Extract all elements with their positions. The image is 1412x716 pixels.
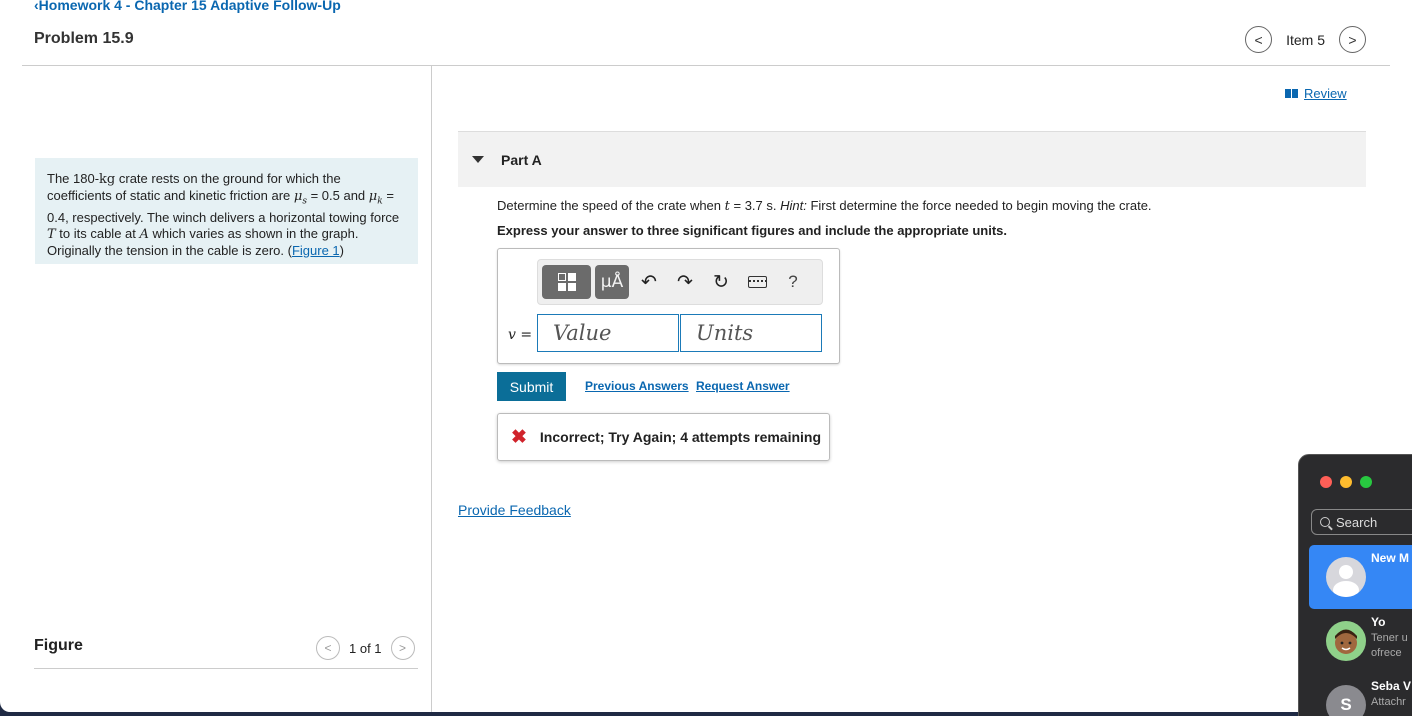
previous-figure-button[interactable]: < (316, 636, 340, 660)
help-icon: ? (788, 272, 798, 291)
question-segment: First determine the force needed to begi… (806, 198, 1152, 213)
question-segment: = 3.7 s. (729, 198, 781, 213)
variable-v: v (508, 327, 516, 343)
value-input[interactable] (537, 314, 679, 352)
provide-feedback-link[interactable]: Provide Feedback (458, 502, 571, 518)
search-icon (1320, 517, 1330, 527)
chevron-right-icon: > (1348, 31, 1357, 48)
conversation-name: Yo (1371, 615, 1386, 629)
answer-variable-label: v = (508, 327, 532, 343)
conversation-item[interactable]: S Seba V Attachr (1309, 673, 1412, 716)
conversation-item[interactable]: New M (1309, 545, 1412, 609)
window-controls (1320, 476, 1372, 488)
person-icon (1326, 557, 1366, 597)
chevron-left-icon: < (324, 641, 332, 655)
pane-divider[interactable] (431, 66, 432, 712)
review-link[interactable]: Review (1285, 86, 1347, 101)
previous-item-button[interactable]: < (1245, 26, 1273, 53)
question-text: Determine the speed of the crate when t … (497, 198, 1152, 214)
part-a-header[interactable]: Part A (458, 131, 1366, 187)
math-toolbar: μÅ ↶ ↷ ↻ ? (537, 259, 823, 305)
problem-text: = 0.5 and (306, 188, 369, 203)
review-label: Review (1304, 86, 1347, 101)
avatar-initial: S (1326, 685, 1366, 716)
previous-answers-link[interactable]: Previous Answers (585, 379, 689, 393)
units-symbols-button[interactable]: μÅ (595, 265, 629, 299)
feedback-message: Incorrect; Try Again; 4 attempts remaini… (539, 429, 822, 445)
header-divider (22, 65, 1390, 66)
problem-title: Problem 15.9 (34, 30, 134, 47)
item-label: Item 5 (1286, 31, 1325, 48)
minimize-window-icon[interactable] (1340, 476, 1352, 488)
mu-angstrom-icon: μÅ (600, 272, 624, 292)
force-symbol-T: T (47, 226, 56, 242)
chevron-right-icon: > (399, 641, 407, 655)
caret-down-icon (472, 156, 484, 163)
question-segment: Determine the speed of the crate when (497, 198, 725, 213)
next-item-button[interactable]: > (1339, 26, 1366, 53)
unit-kg: kg (99, 172, 116, 187)
feedback-message-box: ✖ Incorrect; Try Again; 4 attempts remai… (497, 413, 830, 461)
figure-count: 1 of 1 (349, 640, 382, 656)
problem-text: to its cable at (55, 225, 140, 241)
figure-navigation: < 1 of 1 > (316, 636, 415, 660)
search-placeholder: Search (1336, 514, 1378, 530)
answer-instruction: Express your answer to three significant… (497, 223, 1007, 238)
conversation-name: Seba V (1371, 679, 1412, 693)
figure-link[interactable]: Figure 1 (292, 243, 340, 258)
conversation-name: New M (1371, 551, 1410, 565)
close-window-icon[interactable] (1320, 476, 1332, 488)
zoom-window-icon[interactable] (1360, 476, 1372, 488)
mu-s-symbol: μs (293, 189, 307, 207)
point-symbol-A: A (139, 226, 149, 242)
undo-icon: ↶ (641, 271, 657, 293)
problem-statement: The 180-kg crate rests on the ground for… (35, 158, 418, 264)
equals-sign: = (515, 327, 533, 343)
problem-text: The 180- (47, 171, 100, 186)
book-icon (1285, 89, 1298, 98)
next-figure-button[interactable]: > (390, 636, 415, 660)
redo-icon: ↷ (677, 271, 693, 293)
conversation-item[interactable]: Yo Tener u ofrece (1309, 609, 1412, 673)
item-navigation: < Item 5 > (1245, 26, 1366, 53)
units-input[interactable] (680, 314, 822, 352)
reset-icon: ↻ (713, 271, 729, 293)
problem-text: ) (339, 242, 345, 258)
back-to-assignment-link[interactable]: ‹Homework 4 - Chapter 15 Adaptive Follow… (34, 0, 341, 13)
conversation-preview: Tener u ofrece (1371, 632, 1408, 659)
request-answer-link[interactable]: Request Answer (696, 379, 790, 393)
conversation-preview: Attachr (1371, 696, 1406, 708)
incorrect-x-icon: ✖ (511, 426, 527, 448)
answer-box: μÅ ↶ ↷ ↻ ? v = (497, 248, 840, 364)
figure-divider (34, 668, 418, 669)
mu-k-symbol: μk (368, 189, 383, 207)
keyboard-icon (747, 276, 767, 288)
back-link-label: Homework 4 - Chapter 15 Adaptive Follow-… (38, 0, 341, 13)
memoji-icon (1326, 621, 1366, 661)
redo-button[interactable]: ↷ (669, 265, 701, 299)
figure-title: Figure (34, 637, 83, 654)
part-label: Part A (501, 151, 542, 168)
messages-search-field[interactable]: Search (1311, 509, 1412, 535)
page: ‹Homework 4 - Chapter 15 Adaptive Follow… (0, 0, 1412, 712)
keyboard-button[interactable] (741, 265, 773, 299)
hint-label: Hint: (780, 198, 807, 213)
reset-button[interactable]: ↻ (705, 265, 737, 299)
templates-icon (557, 273, 576, 291)
undo-button[interactable]: ↶ (633, 265, 665, 299)
submit-button[interactable]: Submit (497, 372, 566, 401)
chevron-left-icon: < (1254, 31, 1263, 48)
help-button[interactable]: ? (777, 265, 809, 299)
messages-app-window[interactable]: Search New M Yo Tener u ofrece S Seba V … (1298, 454, 1412, 716)
templates-button[interactable] (542, 265, 591, 299)
